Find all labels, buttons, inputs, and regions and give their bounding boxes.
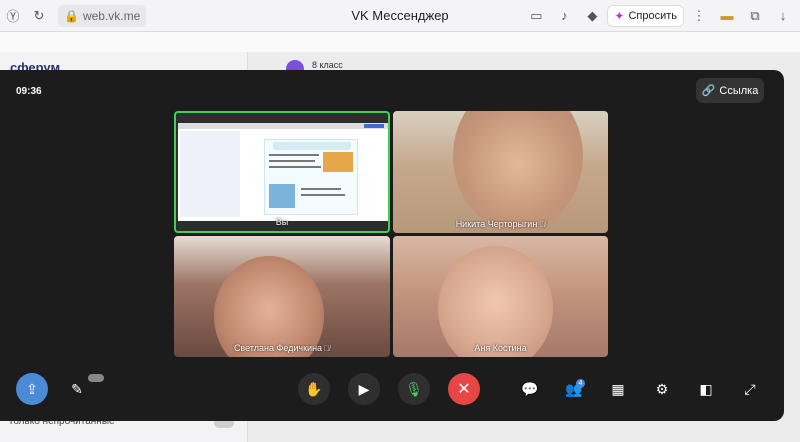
participant-tile-self[interactable]: Вы (174, 111, 390, 233)
battery-icon[interactable]: ▬ (714, 0, 740, 32)
mic-off-icon: 🎙̸ (324, 344, 331, 353)
effects-icon[interactable]: ✎ (66, 378, 88, 400)
participants-badge: 4 (576, 379, 585, 388)
video-call-overlay: 09:36 🔗 Ссылка Вы Никита Черторыгин 🎙̸ С… (0, 70, 784, 421)
microphone-button[interactable]: 🎙 (398, 373, 430, 405)
grid-layout-icon[interactable]: ▦ (607, 378, 629, 400)
screen-share-slide (178, 123, 388, 221)
screen-share-button[interactable]: ⇪ (16, 373, 48, 405)
lock-icon: 🔒 (64, 8, 79, 23)
participant-video (453, 111, 583, 231)
gear-icon[interactable]: ⚙ (651, 378, 673, 400)
camera-indicator-icon[interactable]: ▭ (523, 0, 549, 32)
end-call-button[interactable]: ✕ (448, 373, 480, 405)
participant-tile-svetlana[interactable]: Светлана Федичкина 🎙̸ (174, 236, 390, 357)
call-link-button[interactable]: 🔗 Ссылка (696, 78, 764, 103)
participant-video (214, 256, 324, 357)
participant-video (438, 246, 553, 357)
fullscreen-icon[interactable]: ⤢ (739, 378, 761, 400)
picture-in-picture-icon[interactable]: ◧ (695, 378, 717, 400)
microphone-indicator-icon[interactable]: ♪ (551, 0, 577, 32)
ask-icon: ✦ (614, 8, 625, 23)
reload-icon[interactable]: ↻ (26, 0, 52, 32)
chat-icon[interactable]: 💬 (519, 378, 541, 400)
bookmark-icon[interactable]: ◆ (579, 0, 605, 32)
call-link-label: Ссылка (719, 84, 759, 97)
download-icon[interactable]: ↓ (770, 0, 796, 32)
yandex-icon[interactable]: Ⓨ (0, 0, 26, 32)
page-strip (0, 32, 800, 52)
mic-off-icon: 🎙̸ (539, 220, 546, 229)
participant-tile-nikita[interactable]: Никита Черторыгин 🎙̸ (393, 111, 608, 233)
participant-name: Никита Черторыгин (455, 219, 538, 229)
menu-dots-icon[interactable]: ⋮ (686, 0, 712, 32)
participant-name: Светлана Федичкина (233, 343, 323, 353)
slide-content (264, 139, 358, 215)
url-text: web.vk.me (82, 8, 141, 23)
raise-hand-button[interactable]: ✋ (298, 373, 330, 405)
slide-thumbnails (180, 131, 240, 217)
ask-button[interactable]: ✦ Спросить (607, 4, 684, 27)
participant-tile-anya[interactable]: Аня Костина (393, 236, 608, 357)
chat-title: 8 класс (312, 60, 343, 70)
camera-button[interactable]: ▶ (348, 373, 380, 405)
participant-label: Никита Черторыгин 🎙̸ (393, 219, 608, 229)
address-bar[interactable]: 🔒 web.vk.me (58, 4, 147, 27)
call-timer: 09:36 (16, 86, 42, 97)
ask-label: Спросить (628, 9, 677, 22)
participant-label: Светлана Федичкина 🎙̸ (174, 343, 390, 353)
browser-toolbar: Ⓨ ↻ 🔒 web.vk.me ▭ ♪ ◆ ✦ Спросить ⋮ ▬ ⧉ ↓ (0, 0, 800, 32)
participant-name: Вы (275, 217, 289, 227)
participant-name: Аня Костина (474, 343, 527, 353)
link-icon: 🔗 (701, 85, 716, 97)
extensions-icon[interactable]: ⧉ (742, 0, 768, 32)
effects-badge (88, 374, 104, 382)
